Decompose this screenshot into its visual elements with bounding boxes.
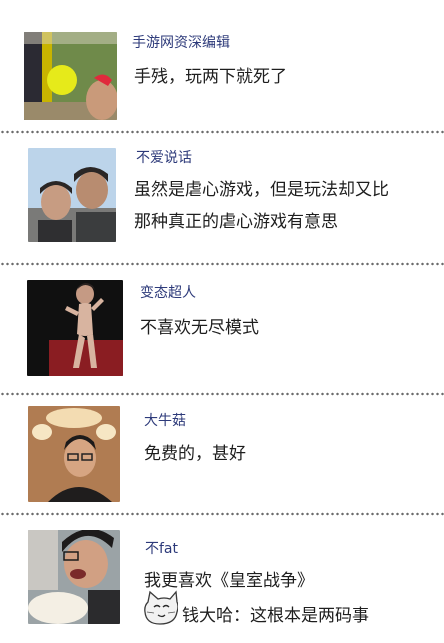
avatar[interactable]	[28, 406, 120, 502]
comment-text: 那种真正的虐心游戏有意思	[134, 212, 338, 232]
comment-item: 不fat 我更喜欢《皇室战争》 钱大哈：这根本是两码事	[0, 516, 444, 643]
avatar[interactable]	[28, 530, 120, 624]
username[interactable]: 不fat	[145, 538, 178, 558]
cat-face-icon	[144, 590, 178, 625]
username[interactable]: 大牛菇	[144, 410, 186, 430]
comment-text: 不喜欢无尽模式	[140, 318, 259, 338]
comment-item: 变态超人 不喜欢无尽模式	[0, 266, 444, 392]
username[interactable]: 不爱说话	[136, 147, 192, 167]
comment-text: 免费的，甚好	[144, 444, 246, 464]
avatar[interactable]	[24, 32, 117, 120]
reply-item: 钱大哈：这根本是两码事	[144, 590, 404, 630]
comment-item: 不爱说话 虽然是虐心游戏，但是玩法却又比 那种真正的虐心游戏有意思	[0, 134, 444, 262]
avatar[interactable]	[28, 148, 116, 242]
comment-item: 手游网资深编辑 手残，玩两下就死了	[0, 0, 444, 130]
comment-text: 虽然是虐心游戏，但是玩法却又比	[134, 180, 389, 200]
username[interactable]: 手游网资深编辑	[132, 32, 230, 52]
comment-text: 手残，玩两下就死了	[134, 67, 287, 87]
reply-text: 钱大哈：这根本是两码事	[182, 606, 369, 626]
comment-item: 大牛菇 免费的，甚好	[0, 396, 444, 512]
username[interactable]: 变态超人	[140, 282, 196, 302]
avatar[interactable]	[27, 280, 123, 376]
